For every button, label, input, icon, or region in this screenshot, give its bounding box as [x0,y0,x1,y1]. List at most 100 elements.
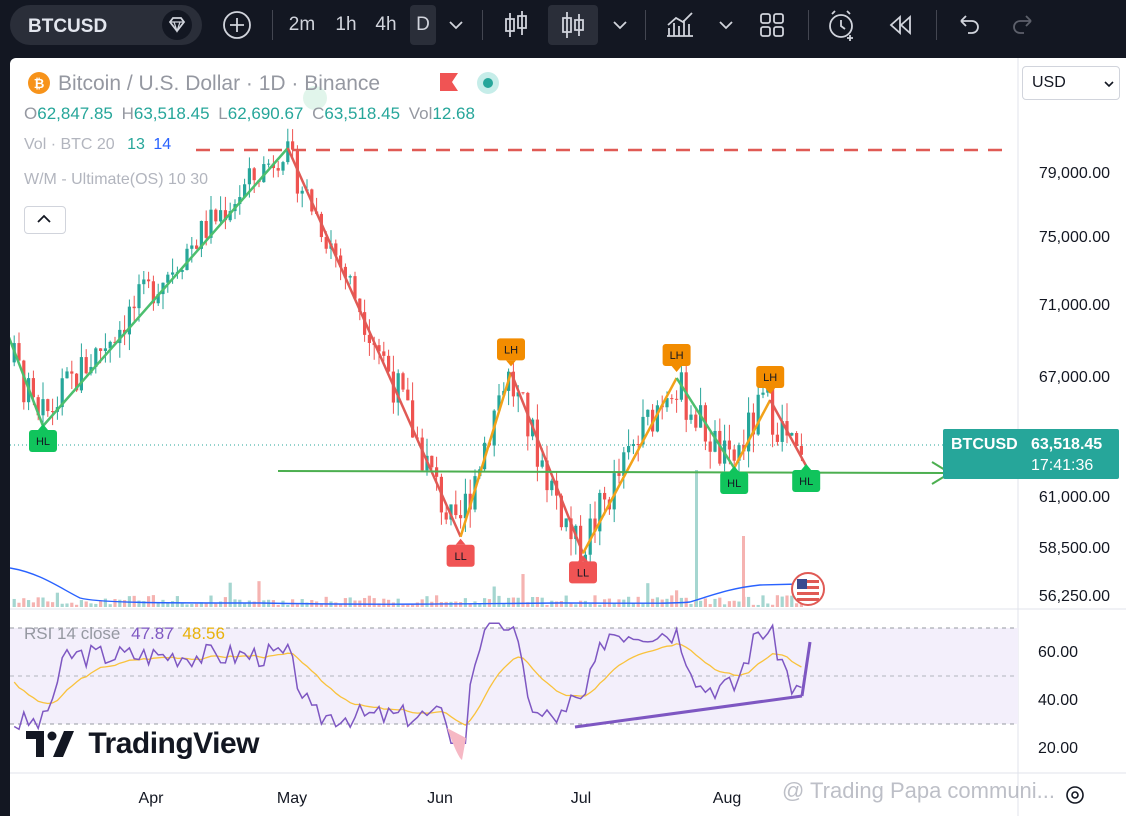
chevron-down-icon[interactable] [608,5,632,45]
time-axis: Apr May Jun Jul Aug [139,790,742,807]
candle-body [190,245,194,249]
support-line [277,470,946,474]
candle-body [195,245,199,249]
candle-body [70,371,74,374]
candle-body [84,357,88,374]
last-price-tag: BTCUSD 63,518.45 17:41:36 [943,429,1119,479]
diamond-icon[interactable] [162,10,192,40]
flag-icon [440,73,458,91]
volume-bar [12,598,16,607]
volume-label: Vol [408,104,433,123]
volume-bar [367,595,371,607]
volume-bar [118,599,122,607]
candle-body [675,398,679,400]
interval-d[interactable]: D [410,5,436,45]
chevron-down-icon[interactable] [714,5,738,45]
swing-badge-label: HL [36,436,50,448]
rsi-tick-label: 40.00 [1038,692,1078,709]
volume-bar [550,600,554,607]
swing-line-segment [733,399,772,469]
indicators-icon[interactable] [660,5,700,45]
candle-body [51,411,55,413]
candle-body [300,190,304,194]
swing-badge-label: LL [577,567,589,579]
rsi-axis: 60.00 40.00 20.00 [1038,644,1078,757]
volume-bar [396,598,400,607]
rsi-legend[interactable]: RSI 14 close 47.87 48.56 [24,624,225,644]
candles-icon[interactable] [548,5,598,45]
interval-2m[interactable]: 2m [283,5,321,45]
volume-bar [132,595,136,607]
swing-badge-label: LH [504,344,518,356]
volume-bar [766,603,770,607]
us-flag-icon [791,572,825,606]
swing-line-segment [769,399,808,467]
currency-select[interactable]: USD [1022,66,1120,100]
redo-icon[interactable] [1006,5,1042,45]
rsi-label: RSI 14 close [24,624,121,643]
volume-bar [406,604,410,607]
separator [808,10,809,40]
volume-bar [147,596,151,607]
volume-bar [415,602,419,607]
volume-bar [713,598,717,607]
candle-body [291,141,295,150]
volume-bar [401,604,405,607]
volume-bar [382,598,386,607]
interval-4h[interactable]: 4h [370,5,402,45]
volume-indicator-legend[interactable]: Vol · BTC 20 13 14 [24,136,171,154]
price-tick-label: 79,000.00 [1039,165,1110,182]
candle-body [646,409,650,417]
volume-bar [295,604,299,607]
volume-bar [780,596,784,607]
volume-bar [641,603,645,607]
add-symbol-icon[interactable] [220,5,254,45]
wm-indicator-legend[interactable]: W/M - Ultimate(OS) 10 30 [24,171,208,189]
volume-bar [737,601,741,607]
time-tick-label: Aug [713,790,741,807]
candle-body [267,163,271,165]
candle-body [756,394,760,435]
layout-grid-icon[interactable] [752,5,792,45]
volume-bar [785,595,789,607]
chevron-down-icon[interactable] [444,5,468,45]
time-tick-label: Apr [139,790,165,807]
candle-body [732,449,736,461]
volume-bar [675,590,679,607]
candle-body [631,443,635,447]
separator [936,10,937,40]
bar-chart-icon[interactable] [498,5,534,45]
candle-body [636,443,640,445]
low-value: 62,690.67 [227,104,304,123]
candle-body [137,284,141,309]
swing-line-segment [675,377,736,469]
candle-body [41,399,45,416]
volume-bar [425,596,429,607]
settings-gear-icon[interactable] [1062,782,1088,808]
candle-body [401,373,405,390]
high-label: H [121,104,134,123]
candle-body [603,492,607,500]
candle-body [708,441,712,452]
volume-bar [27,600,31,607]
interval-1h[interactable]: 1h [330,5,362,45]
swing-badges: LHHLLLLHLLLHHLLHHL [29,338,821,584]
candle-body [281,162,285,171]
tradingview-logo-icon [26,731,74,758]
volume-bar [751,604,755,607]
undo-icon[interactable] [950,5,986,45]
collapse-legend-button[interactable] [24,206,66,234]
currency-value: USD [1032,74,1066,91]
volume-bar [103,598,107,607]
chart-panel[interactable]: LHHLLLLHLLLHHLLHHL 79,000.0075,000.0071,… [10,58,1126,816]
candle-body [99,348,103,351]
alert-clock-icon[interactable] [822,5,862,45]
volume-bar [156,602,160,607]
candle-body [444,512,448,520]
symbol-search[interactable]: BTCUSD [10,5,202,45]
volume-bar [65,603,69,607]
swing-line-segment [459,372,513,538]
replay-icon[interactable] [880,5,920,45]
volume-bar [699,600,703,607]
volume-bar [463,598,467,607]
